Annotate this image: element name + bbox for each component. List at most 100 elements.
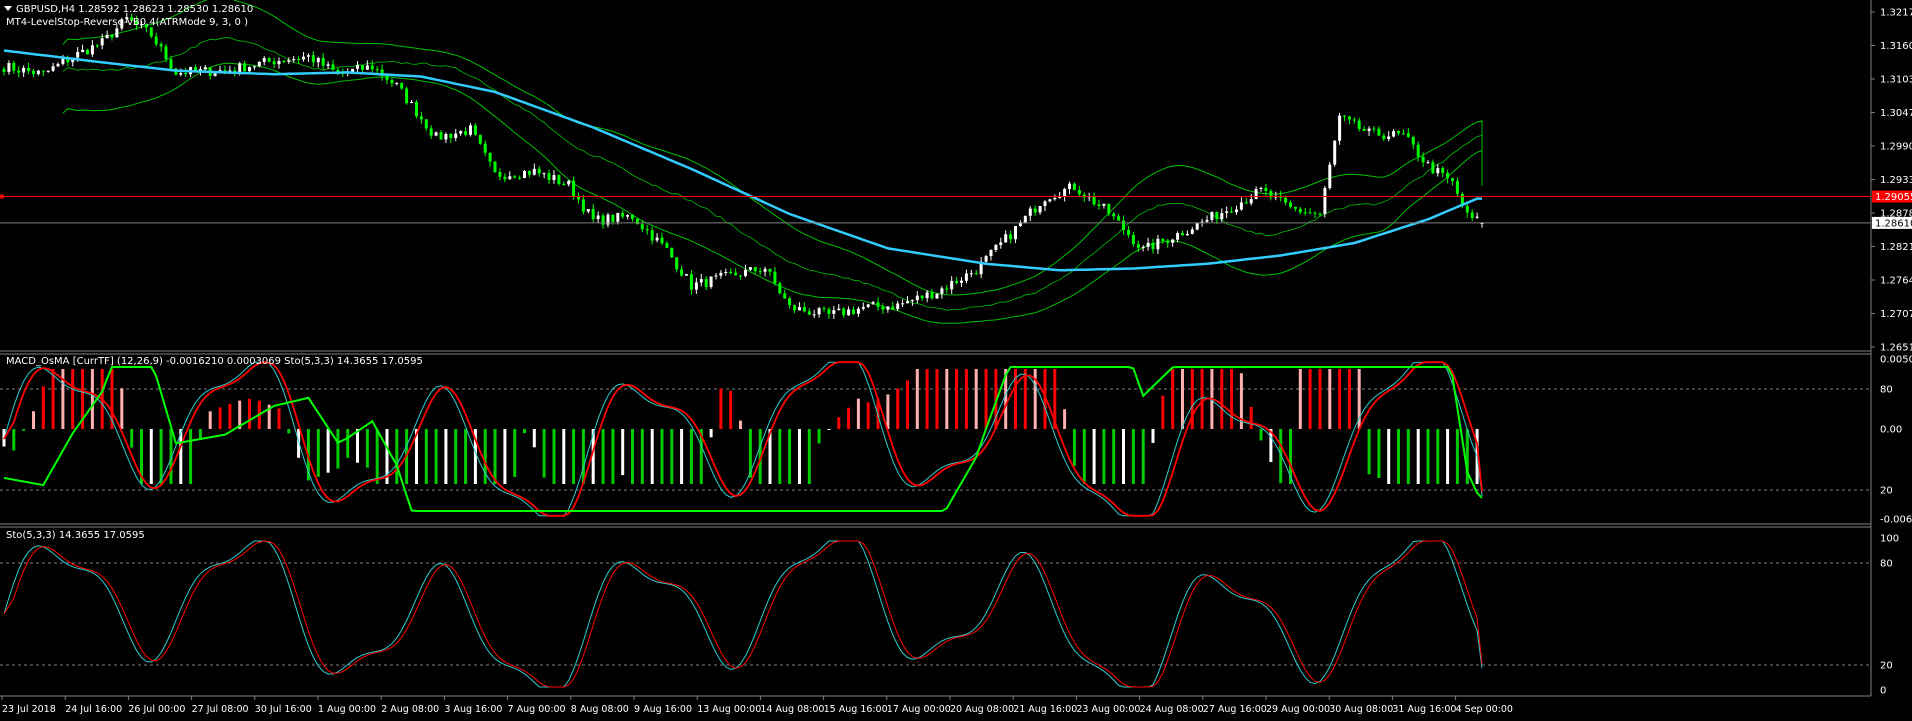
- stochastic-panel[interactable]: [0, 540, 1871, 688]
- candle-body: [1298, 208, 1302, 213]
- candle-body: [557, 175, 561, 184]
- histogram-bar: [1220, 369, 1224, 429]
- macd-osma-panel[interactable]: [0, 361, 1871, 517]
- candle-body: [449, 134, 453, 139]
- candle-body: [812, 314, 816, 316]
- candle-body: [1166, 241, 1170, 243]
- histogram-bar: [32, 411, 35, 429]
- histogram-bar: [130, 429, 134, 448]
- candle-body: [1220, 213, 1224, 220]
- candle-body: [1441, 168, 1445, 173]
- candle-body: [159, 44, 163, 47]
- macd-panel-title: MACD_OsMA [CurrTF] (12,26,9) -0.0016210 …: [6, 356, 423, 367]
- candle-body: [469, 125, 472, 135]
- candle-body: [272, 61, 276, 65]
- candle-body: [248, 67, 251, 72]
- candle-body: [945, 288, 949, 290]
- candle-body: [626, 215, 630, 217]
- candle-body: [287, 60, 291, 62]
- candle-body: [488, 152, 492, 162]
- candle-body: [768, 268, 772, 272]
- candle-body: [788, 298, 792, 306]
- histogram-bar: [1347, 369, 1351, 429]
- candle-body: [400, 82, 404, 89]
- candle-body: [483, 143, 487, 153]
- histogram-bar: [601, 429, 605, 484]
- candle-body: [1357, 120, 1361, 129]
- price-tick-label: 1.30475: [1880, 108, 1912, 119]
- candle-body: [434, 132, 438, 136]
- candle-body: [1259, 187, 1263, 189]
- histogram-bar: [1455, 429, 1459, 484]
- candle-body: [940, 288, 944, 294]
- candle-body: [513, 176, 517, 178]
- symbol-header[interactable]: GBPUSD,H4 1.28592 1.28623 1.28530 1.2861…: [4, 4, 253, 16]
- histogram-bar: [798, 429, 801, 484]
- price-tick-label: 1.29900: [1880, 142, 1912, 153]
- support-line-handle[interactable]: [0, 194, 4, 199]
- candle-body: [375, 69, 379, 71]
- candle-body: [994, 245, 998, 250]
- price-tick-label: 1.27070: [1880, 309, 1912, 320]
- time-tick-label: 7 Aug 00:00: [508, 704, 566, 715]
- histogram-bar: [287, 429, 291, 434]
- candle-body: [1185, 233, 1189, 236]
- histogram-bar: [611, 429, 615, 484]
- candle-body: [532, 168, 536, 175]
- candle-body: [621, 212, 625, 217]
- histogram-bar: [1200, 369, 1204, 429]
- indicator-header: MT4-LevelStop-Reverse-vB0.4(ATRMode 9, 3…: [6, 17, 248, 28]
- histogram-bar: [189, 429, 193, 484]
- time-tick-label: 4 Sep 00:00: [1456, 704, 1513, 715]
- histogram-bar: [1308, 369, 1312, 429]
- histogram-bar: [984, 369, 988, 429]
- candle-body: [675, 257, 679, 270]
- price-tick-label: 1.28210: [1880, 242, 1912, 253]
- candle-body: [763, 268, 767, 272]
- histogram-bar: [228, 403, 232, 429]
- time-tick-label: 21 Aug 16:00: [1013, 704, 1077, 715]
- candle-body: [1131, 235, 1135, 245]
- candle-body: [444, 134, 448, 140]
- histogram-bar: [945, 369, 949, 429]
- histogram-bar: [906, 380, 909, 429]
- histogram-bar: [248, 398, 251, 429]
- candle-body: [415, 102, 418, 117]
- candle-body: [1421, 156, 1425, 163]
- candle-body: [41, 70, 45, 72]
- histogram-bar: [572, 429, 576, 484]
- main-price-panel[interactable]: [0, 0, 1872, 697]
- candle-body: [439, 132, 443, 140]
- candle-body: [935, 293, 939, 299]
- candle-body: [1195, 223, 1199, 230]
- price-tick-label: 1.32170: [1880, 8, 1912, 19]
- histogram-bar: [356, 429, 359, 463]
- candle-body: [115, 28, 119, 38]
- candle-body: [169, 59, 173, 69]
- histogram-bar: [1102, 429, 1106, 484]
- candle-body: [56, 63, 60, 67]
- candle-body: [390, 80, 394, 84]
- candle-body: [562, 183, 566, 185]
- candle-body: [655, 237, 659, 241]
- macd-tick-label: -0.0063095: [1880, 515, 1912, 526]
- histogram-bar: [552, 429, 556, 484]
- histogram-bar: [1377, 429, 1381, 478]
- candle-body: [793, 305, 797, 311]
- histogram-bar: [1112, 429, 1116, 484]
- dropdown-triangle-icon[interactable]: [4, 6, 12, 11]
- histogram-bar: [454, 429, 458, 484]
- candle-body: [724, 272, 728, 273]
- candle-body: [611, 214, 615, 222]
- candle-body: [498, 172, 502, 177]
- histogram-bar: [935, 369, 939, 429]
- candle-body: [1308, 212, 1312, 214]
- candle-body: [2, 68, 6, 72]
- support-price-label: 1.29055: [1875, 192, 1912, 203]
- candle-body: [1416, 144, 1420, 157]
- candle-body: [1063, 189, 1067, 197]
- histogram-bar: [159, 429, 163, 484]
- candle-body: [1303, 212, 1307, 214]
- candle-body: [837, 308, 841, 311]
- candle-body: [1053, 197, 1057, 200]
